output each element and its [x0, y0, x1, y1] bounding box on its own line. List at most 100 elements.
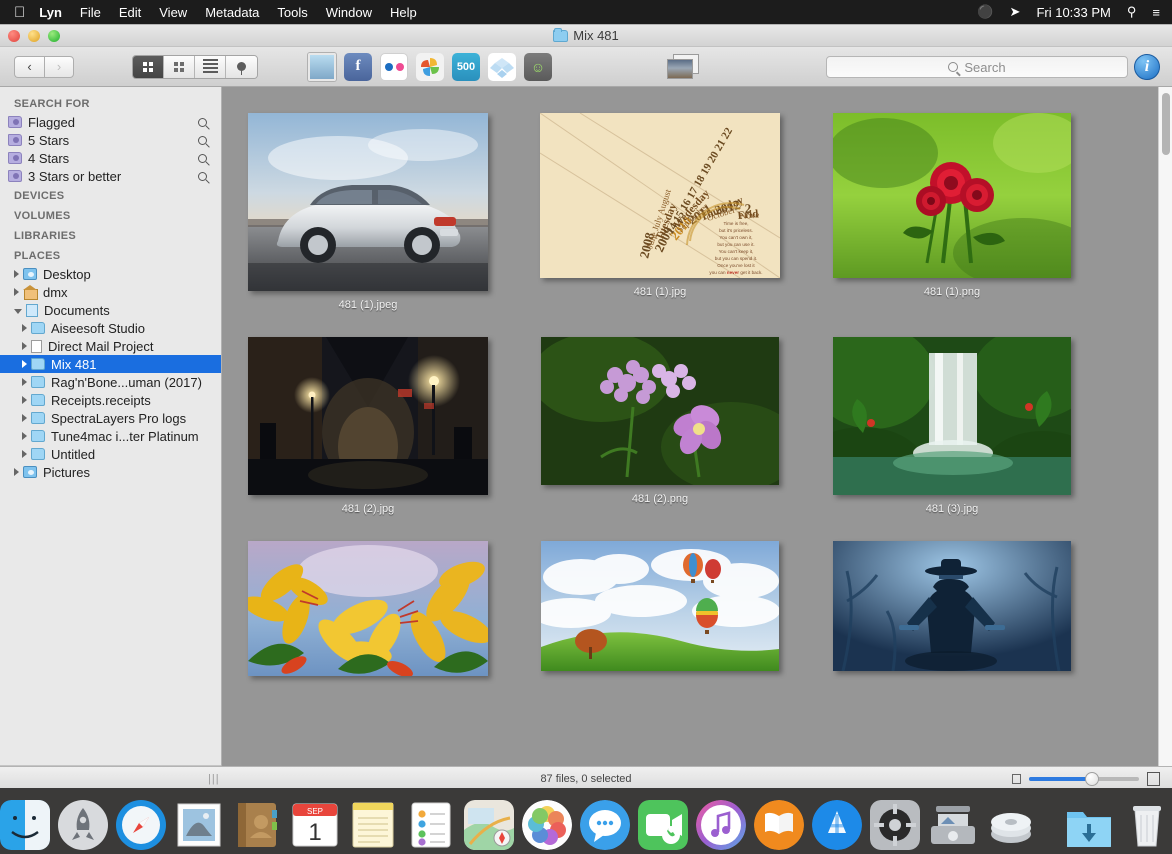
sidebar-item-5-stars[interactable]: 5 Stars	[0, 131, 221, 149]
mail-icon[interactable]	[174, 800, 224, 850]
chevron-right-icon[interactable]	[22, 432, 27, 440]
safari-icon[interactable]	[116, 800, 166, 850]
chevron-right-icon[interactable]	[22, 396, 27, 404]
tree-view-button[interactable]	[226, 56, 257, 78]
sidebar-item-desktop[interactable]: Desktop	[0, 265, 221, 283]
thumbnail-image-balloons[interactable]	[541, 541, 779, 671]
grid-view-button[interactable]	[133, 56, 164, 78]
grid-item[interactable]: 481 (2).png	[514, 337, 806, 515]
menu-item-metadata[interactable]: Metadata	[205, 5, 259, 20]
trash-icon[interactable]	[1122, 800, 1172, 850]
scrollbar-thumb[interactable]	[1162, 93, 1170, 155]
slider-knob[interactable]	[1085, 772, 1099, 786]
grid-item[interactable]: 481 (1).jpeg	[222, 113, 514, 311]
downloads-folder-icon[interactable]	[1064, 800, 1114, 850]
thumbnail-size-slider[interactable]	[1029, 777, 1139, 781]
stamp-photo-icon[interactable]	[308, 53, 336, 81]
thumbnail-image-roses[interactable]	[833, 113, 1071, 278]
fivehundredpx-icon[interactable]: 500	[452, 53, 480, 81]
sidebar-item-3-stars-or-better[interactable]: 3 Stars or better	[0, 167, 221, 185]
grid-item[interactable]	[806, 541, 1098, 684]
sidebar-item-ragnbone[interactable]: Rag'n'Bone...uman (2017)	[0, 373, 221, 391]
menu-item-tools[interactable]: Tools	[277, 5, 307, 20]
search-icon[interactable]	[198, 172, 207, 181]
facetime-icon[interactable]	[638, 800, 688, 850]
reminders-icon[interactable]	[406, 800, 456, 850]
vertical-scrollbar[interactable]	[1158, 87, 1172, 766]
menu-item-view[interactable]: View	[159, 5, 187, 20]
search-icon[interactable]	[198, 154, 207, 163]
pointer-icon[interactable]: ➤	[1010, 4, 1021, 20]
menu-item-help[interactable]: Help	[390, 5, 417, 20]
contacts-icon[interactable]	[232, 800, 282, 850]
train-icon[interactable]: ⚫	[977, 4, 993, 20]
sidebar-item-documents[interactable]: Documents	[0, 301, 221, 319]
slideshow-icon[interactable]	[667, 54, 701, 80]
sidebar-item-receipts[interactable]: Receipts.receipts	[0, 391, 221, 409]
thumbnail-image-lilies[interactable]	[248, 541, 488, 676]
chevron-right-icon[interactable]	[22, 342, 27, 350]
chevron-right-icon[interactable]	[14, 270, 19, 278]
chevron-right-icon[interactable]	[22, 324, 27, 332]
grid-item[interactable]: 481 (2).jpg	[222, 337, 514, 515]
smugmug-icon[interactable]: ☺	[524, 53, 552, 81]
dropbox-icon[interactable]	[488, 53, 516, 81]
system-preferences-icon[interactable]	[870, 800, 920, 850]
finder-icon[interactable]	[0, 800, 50, 850]
close-button[interactable]	[8, 30, 20, 42]
app-store-icon[interactable]	[812, 800, 862, 850]
grid-item[interactable]: 2008 2009 2010 2011 2012 2 June July Aug…	[514, 113, 806, 311]
photos-icon[interactable]	[522, 800, 572, 850]
search-input[interactable]: Search	[826, 56, 1128, 78]
menu-item-file[interactable]: File	[80, 5, 101, 20]
detail-grid-view-button[interactable]	[164, 56, 195, 78]
image-capture-icon[interactable]	[928, 800, 978, 850]
thumbnail-image-alley[interactable]	[248, 337, 488, 495]
sidebar-item-pictures[interactable]: Pictures	[0, 463, 221, 481]
thumbnail-image-waterfall[interactable]	[833, 337, 1071, 495]
itunes-icon[interactable]	[696, 800, 746, 850]
grid-item[interactable]	[222, 541, 514, 684]
chevron-right-icon[interactable]	[14, 288, 19, 296]
forward-button[interactable]: ›	[44, 56, 74, 78]
thumbnail-image-calendar[interactable]: 2008 2009 2010 2011 2012 2 June July Aug…	[540, 113, 780, 278]
search-icon[interactable]	[198, 136, 207, 145]
ibooks-icon[interactable]	[754, 800, 804, 850]
thumbnail-image-car[interactable]	[248, 113, 488, 291]
sidebar-item-spectralayers-pro-logs[interactable]: SpectraLayers Pro logs	[0, 409, 221, 427]
menu-item-edit[interactable]: Edit	[119, 5, 141, 20]
search-icon[interactable]	[198, 118, 207, 127]
info-button[interactable]: i	[1134, 54, 1160, 80]
chevron-down-icon[interactable]	[14, 309, 22, 314]
sidebar-item-aiseesoft-studio[interactable]: Aiseesoft Studio	[0, 319, 221, 337]
sidebar-item-untitled[interactable]: Untitled	[0, 445, 221, 463]
disk-utility-icon[interactable]	[986, 800, 1036, 850]
sidebar-item-mix-481[interactable]: Mix 481	[0, 355, 221, 373]
notes-icon[interactable]	[348, 800, 398, 850]
chevron-right-icon[interactable]	[14, 468, 19, 476]
thumbnail-image-purple-flowers[interactable]	[541, 337, 779, 485]
menubar-clock[interactable]: Fri 10:33 PM	[1036, 5, 1110, 20]
grid-item[interactable]: 481 (3).jpg	[806, 337, 1098, 515]
chevron-right-icon[interactable]	[22, 378, 27, 386]
flickr-icon[interactable]	[380, 53, 408, 81]
apple-menu-icon[interactable]: 	[14, 5, 25, 20]
calendar-icon[interactable]: SEP 1	[290, 800, 340, 850]
sidebar-item-tune4mac[interactable]: Tune4mac i...ter Platinum	[0, 427, 221, 445]
menu-item-lyn[interactable]: Lyn	[39, 5, 62, 20]
picasa-icon[interactable]	[416, 53, 444, 81]
sidebar-item-flagged[interactable]: Flagged	[0, 113, 221, 131]
grid-item[interactable]	[514, 541, 806, 684]
maps-icon[interactable]	[464, 800, 514, 850]
list-view-button[interactable]	[195, 56, 226, 78]
chevron-right-icon[interactable]	[22, 450, 27, 458]
facebook-icon[interactable]: f	[344, 53, 372, 81]
spotlight-search-icon[interactable]: ⚲	[1127, 4, 1137, 20]
large-thumbnail-icon[interactable]	[1147, 772, 1160, 786]
chevron-right-icon[interactable]	[22, 414, 27, 422]
minimize-button[interactable]	[28, 30, 40, 42]
launchpad-icon[interactable]	[58, 800, 108, 850]
sidebar-item-4-stars[interactable]: 4 Stars	[0, 149, 221, 167]
grid-item[interactable]: 481 (1).png	[806, 113, 1098, 311]
messages-icon[interactable]	[580, 800, 630, 850]
